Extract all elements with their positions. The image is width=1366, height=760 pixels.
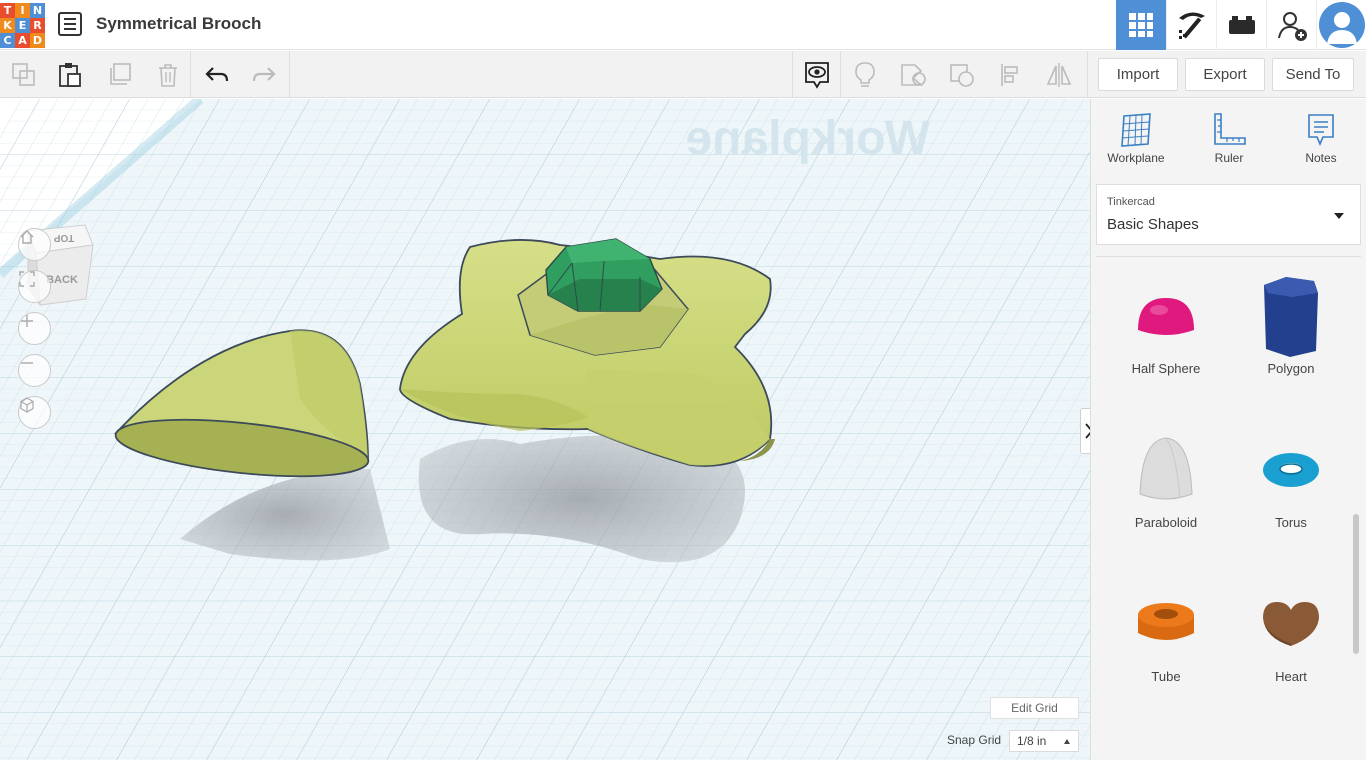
toolbar-separator <box>1087 51 1088 98</box>
ruler-icon <box>1189 109 1269 151</box>
shape-heart[interactable]: Heart <box>1236 579 1346 699</box>
shape-label: Polygon <box>1267 361 1315 376</box>
shape-half-sphere[interactable]: Half Sphere <box>1111 271 1221 391</box>
view-cube-top-label: TOP <box>53 232 74 243</box>
shape-label: Tube <box>1151 669 1181 684</box>
ruler-tool-label: Ruler <box>1214 151 1244 165</box>
panel-scrollbar[interactable] <box>1353 514 1359 654</box>
workplane-tool-button[interactable]: Workplane <box>1096 109 1176 175</box>
import-button[interactable]: Import <box>1098 58 1178 91</box>
undo-icon[interactable] <box>193 51 241 98</box>
perspective-cube-icon[interactable] <box>18 396 51 429</box>
snap-grid-select[interactable]: 1/8 in <box>1009 730 1079 752</box>
zoom-out-icon[interactable] <box>18 354 51 387</box>
export-button[interactable]: Export <box>1185 58 1265 91</box>
notes-icon <box>1281 109 1361 151</box>
workplane-watermark: Workplane <box>686 112 931 165</box>
logo-letter: T <box>0 3 15 18</box>
heart-thumbnail <box>1236 579 1346 669</box>
user-avatar[interactable] <box>1316 0 1366 50</box>
send-to-button[interactable]: Send To <box>1272 58 1354 91</box>
shape-library-dropdown[interactable]: Tinkercad Basic Shapes <box>1096 184 1361 245</box>
shape-label: Paraboloid <box>1134 515 1198 530</box>
logo-letter: I <box>15 3 30 18</box>
top-bar: T I N K E R C A D Symmetrical Brooch <box>0 0 1366 50</box>
snap-grid-label: Snap Grid <box>947 733 1002 747</box>
logo-letter: D <box>30 33 45 48</box>
build-pickaxe-icon[interactable] <box>1166 0 1216 50</box>
home-view-icon[interactable] <box>18 228 51 261</box>
shape-library-category: Tinkercad <box>1107 196 1155 208</box>
mirror-icon[interactable] <box>1035 51 1083 98</box>
shape-label: Half Sphere <box>1131 361 1201 376</box>
lightbulb-icon[interactable] <box>841 51 889 98</box>
shape-tube[interactable]: Tube <box>1111 579 1221 699</box>
workplane-icon <box>1096 109 1176 151</box>
half-sphere-thumbnail <box>1111 271 1221 361</box>
3d-view-grid-icon[interactable] <box>1116 0 1166 50</box>
shape-library-name: Basic Shapes <box>1107 216 1199 233</box>
toolbar: Import Export Send To <box>0 51 1366 98</box>
edit-grid-button[interactable]: Edit Grid <box>990 697 1079 719</box>
torus-thumbnail <box>1236 425 1346 515</box>
tinkercad-logo[interactable]: T I N K E R C A D <box>0 3 45 48</box>
dropdown-caret-icon <box>1334 213 1344 219</box>
logo-letter: C <box>0 33 15 48</box>
design-list-icon[interactable] <box>58 12 82 36</box>
zoom-in-icon[interactable] <box>18 312 51 345</box>
polygon-thumbnail <box>1236 271 1346 361</box>
paraboloid-thumbnail <box>1111 425 1221 515</box>
align-icon[interactable] <box>987 51 1035 98</box>
redo-icon[interactable] <box>240 51 288 98</box>
notes-tool-button[interactable]: Notes <box>1281 109 1361 175</box>
logo-letter: A <box>15 33 30 48</box>
duplicate-icon[interactable] <box>96 51 144 98</box>
invite-user-icon[interactable] <box>1266 0 1316 50</box>
shape-torus[interactable]: Torus <box>1236 425 1346 545</box>
show-notes-eye-icon[interactable] <box>793 51 841 98</box>
shape-label: Torus <box>1275 515 1307 530</box>
delete-icon[interactable] <box>144 51 192 98</box>
group-icon[interactable] <box>889 51 937 98</box>
copy-icon[interactable] <box>0 51 48 98</box>
bricks-icon[interactable] <box>1216 0 1266 50</box>
panel-divider <box>1096 256 1361 257</box>
shape-label: Heart <box>1275 669 1307 684</box>
workplane-scene[interactable]: Workplane <box>0 99 1090 760</box>
paste-icon[interactable] <box>46 51 94 98</box>
shape-polygon[interactable]: Polygon <box>1236 271 1346 391</box>
shapes-panel: Workplane Ruler Notes Tinkercad Basic Sh… <box>1090 99 1366 760</box>
tube-thumbnail <box>1111 579 1221 669</box>
logo-letter: K <box>0 18 15 33</box>
toolbar-separator <box>289 51 290 98</box>
logo-letter: E <box>15 18 30 33</box>
logo-letter: N <box>30 3 45 18</box>
notes-tool-label: Notes <box>1305 151 1337 165</box>
logo-letter: R <box>30 18 45 33</box>
ruler-tool-button[interactable]: Ruler <box>1189 109 1269 175</box>
workplane-tool-label: Workplane <box>1107 151 1165 165</box>
ungroup-icon[interactable] <box>938 51 986 98</box>
fit-view-icon[interactable] <box>18 270 51 303</box>
workplane-viewport[interactable]: Workplane TOP BACK Edit Grid Snap Grid 1… <box>0 99 1090 760</box>
snap-grid-value: 1/8 in <box>1017 734 1047 748</box>
shape-paraboloid[interactable]: Paraboloid <box>1111 425 1221 545</box>
toolbar-separator <box>190 51 191 98</box>
project-title[interactable]: Symmetrical Brooch <box>96 14 261 34</box>
avatar <box>1318 2 1365 48</box>
